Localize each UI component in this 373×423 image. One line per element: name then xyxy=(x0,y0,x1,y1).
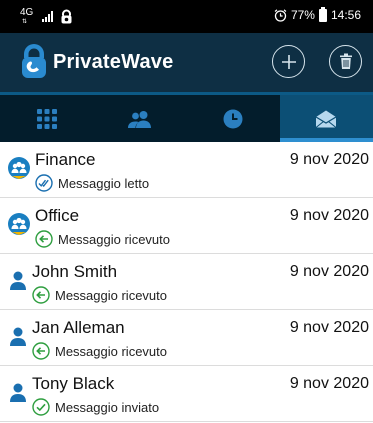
message-status-label: Messaggio ricevuto xyxy=(55,287,167,303)
message-date: 9 nov 2020 xyxy=(289,319,369,336)
tab-keypad[interactable] xyxy=(0,95,93,142)
add-button[interactable] xyxy=(272,45,305,78)
trash-icon xyxy=(339,53,352,69)
status-bar-right: 77% 14:56 xyxy=(274,6,361,22)
message-status-label: Messaggio ricevuto xyxy=(55,343,167,359)
tab-messages[interactable] xyxy=(279,95,373,142)
contact-name: Jan Alleman xyxy=(32,318,125,337)
tab-bar xyxy=(0,92,373,142)
status-bar-left: 4G ⇅ xyxy=(20,8,72,26)
group-avatar-icon xyxy=(8,157,30,179)
arrow-received-icon xyxy=(32,342,50,360)
double-check-icon xyxy=(35,174,53,192)
delete-button[interactable] xyxy=(329,45,362,78)
plus-icon xyxy=(281,54,296,69)
message-status: Messaggio ricevuto xyxy=(32,342,167,360)
message-date: 9 nov 2020 xyxy=(289,263,369,280)
list-item[interactable]: Jan Alleman 9 nov 2020 Messaggio ricevut… xyxy=(0,310,373,366)
message-status-label: Messaggio letto xyxy=(58,175,150,191)
data-transfer-icon: ⇅ xyxy=(22,19,28,25)
list-item[interactable]: Finance 9 nov 2020 Messaggio letto xyxy=(0,142,373,198)
list-item[interactable]: John Smith 9 nov 2020 Messaggio ricevuto xyxy=(0,254,373,310)
message-date: 9 nov 2020 xyxy=(289,207,369,224)
message-date: 9 nov 2020 xyxy=(289,375,369,392)
privatewave-logo-icon xyxy=(22,44,46,78)
message-status-label: Messaggio inviato xyxy=(55,399,160,415)
network-type-indicator: 4G ⇅ xyxy=(20,8,34,26)
envelope-open-icon xyxy=(316,110,337,128)
message-list: Finance 9 nov 2020 Messaggio letto Offic… xyxy=(0,142,373,422)
contact-name: Tony Black xyxy=(32,374,115,393)
tab-recents[interactable] xyxy=(187,95,280,142)
message-date: 9 nov 2020 xyxy=(289,151,369,168)
privatewave-status-icon xyxy=(61,9,72,23)
contact-name: Finance xyxy=(35,150,96,169)
person-icon xyxy=(10,383,26,402)
list-item[interactable]: Tony Black 9 nov 2020 Messaggio inviato xyxy=(0,366,373,422)
contact-name: John Smith xyxy=(32,262,118,281)
message-status: Messaggio inviato xyxy=(32,398,159,416)
tab-contacts[interactable] xyxy=(93,95,186,142)
contacts-icon xyxy=(127,110,151,128)
person-icon xyxy=(10,327,26,346)
person-icon xyxy=(10,271,26,290)
battery-icon xyxy=(318,6,327,22)
list-item[interactable]: Office 9 nov 2020 Messaggio ricevuto xyxy=(0,198,373,254)
group-avatar-icon xyxy=(8,213,30,235)
keypad-icon xyxy=(36,108,57,129)
message-status: Messaggio ricevuto xyxy=(35,230,170,248)
clock-time: 14:56 xyxy=(330,8,361,22)
check-sent-icon xyxy=(32,398,50,416)
message-status-label: Messaggio ricevuto xyxy=(58,231,170,247)
contact-name: Office xyxy=(35,206,80,225)
app-title: PrivateWave xyxy=(53,51,174,73)
battery-percent: 77% xyxy=(290,8,315,22)
status-bar: 4G ⇅ 77% 14:56 xyxy=(0,0,373,33)
signal-strength-icon xyxy=(42,10,53,22)
alarm-clock-icon xyxy=(274,8,287,22)
app-bar: PrivateWave xyxy=(0,33,373,92)
clock-icon xyxy=(223,109,243,128)
arrow-received-icon xyxy=(35,230,53,248)
message-status: Messaggio ricevuto xyxy=(32,286,167,304)
message-status: Messaggio letto xyxy=(35,174,149,192)
arrow-received-icon xyxy=(32,286,50,304)
